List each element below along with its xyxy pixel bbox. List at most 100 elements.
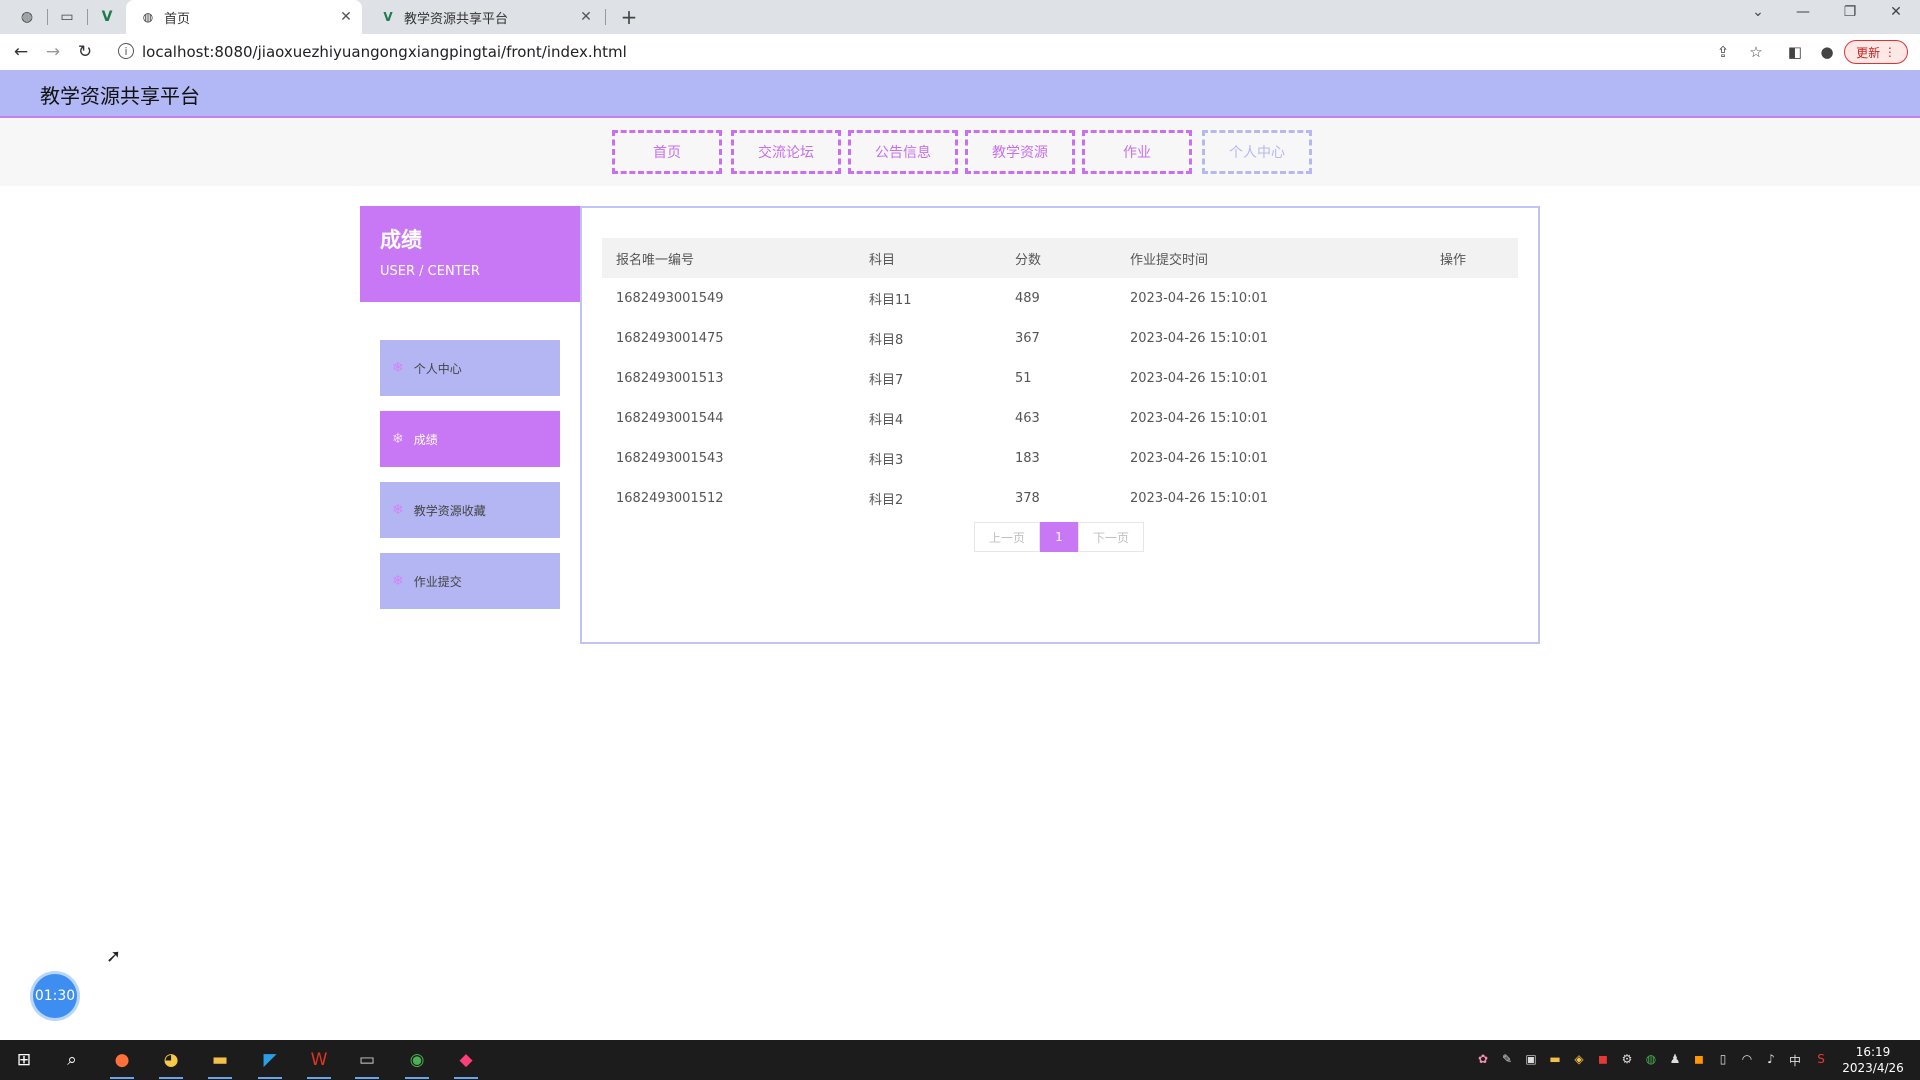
vscode-icon[interactable]: ◤ xyxy=(250,1040,290,1080)
side-panel-icon[interactable]: ◧ xyxy=(1785,43,1805,61)
tray-wifi-icon[interactable]: ◠ xyxy=(1738,1052,1756,1066)
tray-shield-icon[interactable]: ◈ xyxy=(1570,1052,1588,1066)
cell-subject: 科目4 xyxy=(869,412,904,428)
menu-announcements[interactable]: 公告信息 xyxy=(848,130,958,174)
cell-score: 183 xyxy=(1015,450,1040,466)
cell-score: 489 xyxy=(1015,290,1040,306)
tray-usb-icon[interactable]: ▯ xyxy=(1714,1052,1732,1066)
sidebar-item-resource-favorites[interactable]: ❄ 教学资源收藏 xyxy=(380,482,560,538)
tray-wechat-icon[interactable]: ◍ xyxy=(1642,1052,1660,1066)
close-tab-icon[interactable]: ✕ xyxy=(576,9,596,25)
cell-submit-time: 2023-04-26 15:10:01 xyxy=(1130,410,1269,426)
cell-score: 51 xyxy=(1015,370,1032,386)
close-tab-icon[interactable]: ✕ xyxy=(336,9,356,25)
tray-flower-icon[interactable]: ✿ xyxy=(1474,1052,1492,1066)
pinned-tab-page-icon[interactable]: ▭ xyxy=(57,7,77,27)
recording-timer-badge[interactable]: 01:30 xyxy=(33,974,77,1018)
sidebar-item-label: 成绩 xyxy=(413,432,438,447)
site-info-icon[interactable]: i xyxy=(118,43,134,59)
menu-home[interactable]: 首页 xyxy=(612,130,722,174)
prev-page-button[interactable]: 上一页 xyxy=(974,522,1040,552)
cell-id: 1682493001475 xyxy=(616,330,724,346)
bookmark-star-icon[interactable]: ☆ xyxy=(1746,43,1766,61)
snowflake-icon: ❄ xyxy=(392,502,404,518)
tray-tool-icon[interactable]: ✎ xyxy=(1498,1052,1516,1066)
chat-app-icon[interactable]: ◕ xyxy=(151,1040,191,1080)
tray-volume-icon[interactable]: ♪ xyxy=(1762,1052,1780,1066)
sidebar-item-grades[interactable]: ❄ 成绩 xyxy=(380,411,560,467)
cell-subject: 科目7 xyxy=(869,372,904,388)
column-header-submit-time: 作业提交时间 xyxy=(1130,252,1209,268)
tray-ime-label[interactable]: 中 xyxy=(1786,1052,1804,1069)
menu-personal-center[interactable]: 个人中心 xyxy=(1202,130,1312,174)
menu-forum[interactable]: 交流论坛 xyxy=(731,130,841,174)
cell-id: 1682493001512 xyxy=(616,490,724,506)
sidebar-item-homework-submission[interactable]: ❄ 作业提交 xyxy=(380,553,560,609)
cell-id: 1682493001513 xyxy=(616,370,724,386)
tray-app-orange-icon[interactable]: ◼ xyxy=(1690,1052,1708,1066)
column-header-actions: 操作 xyxy=(1440,252,1467,268)
cell-id: 1682493001544 xyxy=(616,410,724,426)
site-title: 教学资源共享平台 xyxy=(40,84,200,108)
cell-submit-time: 2023-04-26 15:10:01 xyxy=(1130,290,1269,306)
page-1-button[interactable]: 1 xyxy=(1040,522,1078,552)
tray-sogou-icon[interactable]: S xyxy=(1812,1052,1830,1066)
cell-actions xyxy=(1426,398,1518,438)
intellij-idea-icon[interactable]: ◆ xyxy=(446,1040,486,1080)
cell-subject: 科目3 xyxy=(869,452,904,468)
file-explorer-icon[interactable]: ▬ xyxy=(200,1040,240,1080)
column-header-id: 报名唯一编号 xyxy=(616,252,695,268)
windows-start-icon[interactable]: ⊞ xyxy=(4,1040,44,1080)
tray-settings-icon[interactable]: ⚙ xyxy=(1618,1052,1636,1066)
tray-qq-icon[interactable]: ♟ xyxy=(1666,1052,1684,1066)
forward-arrow-icon[interactable]: → xyxy=(42,41,64,63)
firefox-icon[interactable]: ● xyxy=(102,1040,142,1080)
close-window-button[interactable]: ✕ xyxy=(1879,4,1913,20)
reload-icon[interactable]: ↻ xyxy=(74,41,96,63)
terminal-icon[interactable]: ▭ xyxy=(347,1040,387,1080)
globe-icon: ◍ xyxy=(142,10,154,24)
tray-folder-icon[interactable]: ▬ xyxy=(1546,1052,1564,1066)
grades-table: 报名唯一编号 科目 分数 作业提交时间 操作 1682493001549 科目1… xyxy=(602,238,1518,518)
cell-submit-time: 2023-04-26 15:10:01 xyxy=(1130,450,1269,466)
cell-submit-time: 2023-04-26 15:10:01 xyxy=(1130,490,1269,506)
snowflake-icon: ❄ xyxy=(392,573,404,589)
browser-tab-platform[interactable]: V 教学资源共享平台 ✕ xyxy=(366,0,602,34)
browser-address-bar: ← → ↻ i localhost:8080/jiaoxuezhiyuangon… xyxy=(0,34,1920,71)
cell-score: 367 xyxy=(1015,330,1040,346)
pinned-tab-globe-icon[interactable]: ◍ xyxy=(17,7,37,27)
vue-icon: V xyxy=(383,10,393,24)
search-icon[interactable]: ⌕ xyxy=(52,1040,92,1080)
cell-subject: 科目8 xyxy=(869,332,904,348)
sidebar-item-label: 个人中心 xyxy=(413,361,462,376)
sidebar-title: 成绩 xyxy=(380,228,422,252)
cell-submit-time: 2023-04-26 15:10:01 xyxy=(1130,330,1269,346)
cell-actions xyxy=(1426,278,1518,318)
chrome-icon[interactable]: ◉ xyxy=(397,1040,437,1080)
url-field[interactable]: localhost:8080/jiaoxuezhiyuangongxiangpi… xyxy=(142,43,627,61)
sidebar-item-personal-center[interactable]: ❄ 个人中心 xyxy=(380,340,560,396)
taskbar-clock[interactable]: 16:19 2023/4/26 xyxy=(1838,1044,1908,1076)
update-button[interactable]: 更新 ⋮ xyxy=(1844,40,1908,64)
menu-teaching-resources[interactable]: 教学资源 xyxy=(965,130,1075,174)
tray-app-red-icon[interactable]: ◼ xyxy=(1594,1052,1612,1066)
browser-tab-home[interactable]: ◍ 首页 ✕ xyxy=(126,0,362,34)
minimize-button[interactable]: — xyxy=(1786,4,1820,20)
clock-time: 16:19 xyxy=(1855,1045,1891,1059)
pinned-tab-vue-icon[interactable]: V xyxy=(97,7,117,27)
tab-search-icon[interactable]: ⌄ xyxy=(1741,4,1775,20)
new-tab-button[interactable]: + xyxy=(616,4,642,30)
menu-homework[interactable]: 作业 xyxy=(1082,130,1192,174)
back-arrow-icon[interactable]: ← xyxy=(10,41,32,63)
tab-title: 首页 xyxy=(164,11,191,27)
tray-ide-icon[interactable]: ▣ xyxy=(1522,1052,1540,1066)
share-icon[interactable]: ⇪ xyxy=(1713,43,1733,61)
profile-avatar-icon[interactable]: ● xyxy=(1817,43,1837,61)
wps-office-icon[interactable]: W xyxy=(299,1040,339,1080)
next-page-button[interactable]: 下一页 xyxy=(1078,522,1144,552)
restore-button[interactable]: ❐ xyxy=(1833,4,1867,20)
main-menu: 首页 交流论坛 公告信息 教学资源 作业 个人中心 xyxy=(0,118,1920,186)
sidebar-item-label: 教学资源收藏 xyxy=(413,503,486,518)
cell-subject: 科目11 xyxy=(869,292,912,308)
mouse-cursor-icon: ➚ xyxy=(106,946,122,967)
